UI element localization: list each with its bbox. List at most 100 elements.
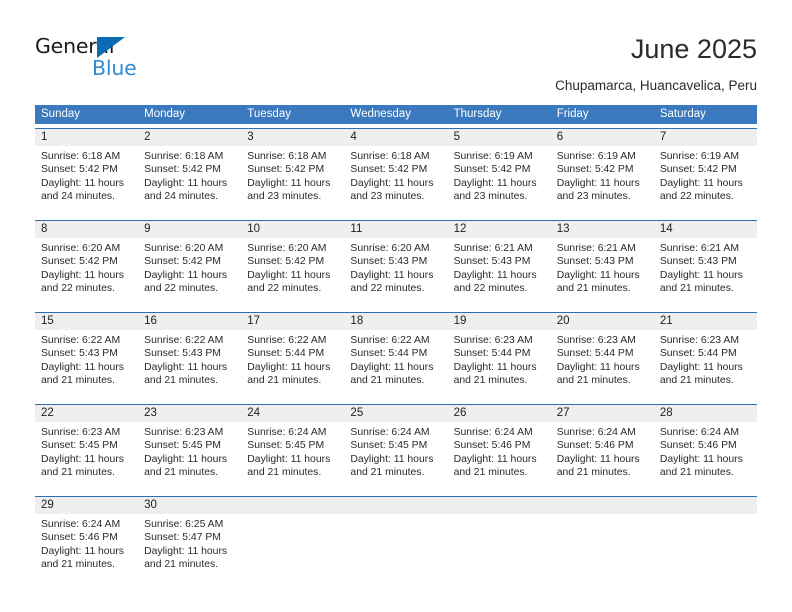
- day-number[interactable]: 10: [241, 221, 344, 238]
- calendar-page: General Blue June 2025 Chupamarca, Huanc…: [0, 0, 792, 612]
- sunrise-text: Sunrise: 6:23 AM: [556, 335, 636, 346]
- day-cell-details: Sunrise: 6:21 AM Sunset: 5:43 PM Dayligh…: [551, 238, 654, 308]
- day-number[interactable]: 28: [654, 405, 757, 422]
- day-cell-empty: [344, 514, 447, 584]
- sunset-text: Sunset: 5:42 PM: [144, 256, 221, 268]
- day-cell-details: Sunrise: 6:20 AM Sunset: 5:42 PM Dayligh…: [241, 238, 344, 308]
- day-number[interactable]: 9: [138, 221, 241, 238]
- daylight-text: Daylight: 11 hours and 21 minutes.: [247, 361, 331, 387]
- day-number[interactable]: 12: [448, 221, 551, 238]
- sunrise-text: Sunrise: 6:18 AM: [247, 151, 327, 162]
- day-number[interactable]: 16: [138, 313, 241, 330]
- sunset-text: Sunset: 5:42 PM: [247, 256, 325, 268]
- day-cell-details: Sunrise: 6:18 AM Sunset: 5:42 PM Dayligh…: [35, 146, 138, 216]
- day-number[interactable]: 2: [138, 129, 241, 146]
- sunset-text: Sunset: 5:44 PM: [350, 348, 428, 360]
- day-cell-details: Sunrise: 6:22 AM Sunset: 5:44 PM Dayligh…: [344, 330, 447, 400]
- daylight-text: Daylight: 11 hours and 21 minutes.: [659, 453, 743, 479]
- daylight-text: Daylight: 11 hours and 21 minutes.: [144, 545, 228, 571]
- day-cell-details: Sunrise: 6:20 AM Sunset: 5:43 PM Dayligh…: [344, 238, 447, 308]
- sunrise-text: Sunrise: 6:24 AM: [453, 427, 533, 438]
- day-cell-details: Sunrise: 6:24 AM Sunset: 5:46 PM Dayligh…: [35, 514, 138, 584]
- day-cell-details: Sunrise: 6:24 AM Sunset: 5:46 PM Dayligh…: [654, 422, 757, 492]
- page-header: General Blue June 2025 Chupamarca, Huanc…: [0, 0, 792, 98]
- sunset-text: Sunset: 5:46 PM: [556, 440, 634, 452]
- daylight-text: Daylight: 11 hours and 21 minutes.: [556, 269, 640, 295]
- day-number[interactable]: 5: [448, 129, 551, 146]
- daylight-text: Daylight: 11 hours and 21 minutes.: [247, 453, 331, 479]
- day-number-empty: [448, 497, 551, 514]
- day-number[interactable]: 25: [344, 405, 447, 422]
- weekday-header-monday: Monday: [144, 108, 186, 120]
- day-number[interactable]: 7: [654, 129, 757, 146]
- weekday-header-row: Sunday Monday Tuesday Wednesday Thursday…: [35, 105, 757, 124]
- daylight-text: Daylight: 11 hours and 21 minutes.: [144, 453, 228, 479]
- day-number[interactable]: 22: [35, 405, 138, 422]
- sunrise-text: Sunrise: 6:21 AM: [453, 243, 533, 254]
- daylight-text: Daylight: 11 hours and 21 minutes.: [659, 269, 743, 295]
- sunrise-text: Sunrise: 6:20 AM: [41, 243, 121, 254]
- sunrise-text: Sunrise: 6:24 AM: [350, 427, 430, 438]
- daylight-text: Daylight: 11 hours and 21 minutes.: [41, 361, 124, 387]
- calendar-week-row: 29 30 Sunrise: 6:24 AM Sunset: 5:46 PM D…: [35, 496, 757, 584]
- day-cell-empty: [448, 514, 551, 584]
- day-cell-details: Sunrise: 6:23 AM Sunset: 5:44 PM Dayligh…: [551, 330, 654, 400]
- day-number[interactable]: 21: [654, 313, 757, 330]
- day-number-empty: [654, 497, 757, 514]
- day-number[interactable]: 4: [344, 129, 447, 146]
- day-number[interactable]: 20: [551, 313, 654, 330]
- day-cell-details: Sunrise: 6:23 AM Sunset: 5:44 PM Dayligh…: [654, 330, 757, 400]
- weekday-header-sunday: Sunday: [41, 108, 81, 120]
- day-number[interactable]: 1: [35, 129, 138, 146]
- daylight-text: Daylight: 11 hours and 22 minutes.: [350, 269, 434, 295]
- day-cell-details: Sunrise: 6:22 AM Sunset: 5:44 PM Dayligh…: [241, 330, 344, 400]
- day-number[interactable]: 30: [138, 497, 241, 514]
- day-number[interactable]: 26: [448, 405, 551, 422]
- day-cell-details: Sunrise: 6:23 AM Sunset: 5:45 PM Dayligh…: [138, 422, 241, 492]
- day-number[interactable]: 11: [344, 221, 447, 238]
- day-number[interactable]: 27: [551, 405, 654, 422]
- day-number[interactable]: 14: [654, 221, 757, 238]
- daylight-text: Daylight: 11 hours and 21 minutes.: [556, 453, 640, 479]
- day-cell-details: Sunrise: 6:20 AM Sunset: 5:42 PM Dayligh…: [35, 238, 138, 308]
- sunset-text: Sunset: 5:43 PM: [556, 256, 634, 268]
- day-number[interactable]: 3: [241, 129, 344, 146]
- sunset-text: Sunset: 5:42 PM: [41, 256, 118, 268]
- sunrise-text: Sunrise: 6:21 AM: [556, 243, 636, 254]
- day-number[interactable]: 15: [35, 313, 138, 330]
- sunrise-text: Sunrise: 6:23 AM: [144, 427, 224, 438]
- daylight-text: Daylight: 11 hours and 21 minutes.: [350, 453, 434, 479]
- daylight-text: Daylight: 11 hours and 23 minutes.: [556, 177, 640, 203]
- day-number-empty: [344, 497, 447, 514]
- sunset-text: Sunset: 5:43 PM: [350, 256, 428, 268]
- weekday-header-wednesday: Wednesday: [350, 108, 411, 120]
- day-number[interactable]: 24: [241, 405, 344, 422]
- day-number[interactable]: 18: [344, 313, 447, 330]
- day-cell-details: Sunrise: 6:23 AM Sunset: 5:45 PM Dayligh…: [35, 422, 138, 492]
- weekday-header-friday: Friday: [556, 108, 589, 120]
- day-number[interactable]: 17: [241, 313, 344, 330]
- sunrise-text: Sunrise: 6:22 AM: [144, 335, 224, 346]
- day-cell-details: Sunrise: 6:25 AM Sunset: 5:47 PM Dayligh…: [138, 514, 241, 584]
- day-number[interactable]: 23: [138, 405, 241, 422]
- sunset-text: Sunset: 5:43 PM: [144, 348, 221, 360]
- day-number[interactable]: 29: [35, 497, 138, 514]
- sunset-text: Sunset: 5:45 PM: [350, 440, 428, 452]
- calendar-grid: Sunday Monday Tuesday Wednesday Thursday…: [35, 105, 757, 584]
- day-number[interactable]: 19: [448, 313, 551, 330]
- sunrise-text: Sunrise: 6:24 AM: [659, 427, 739, 438]
- sunrise-text: Sunrise: 6:19 AM: [659, 151, 739, 162]
- logo-triangle-icon: [97, 37, 125, 58]
- sunrise-text: Sunrise: 6:22 AM: [41, 335, 121, 346]
- page-title: June 2025: [630, 34, 757, 64]
- day-number[interactable]: 13: [551, 221, 654, 238]
- sunrise-text: Sunrise: 6:22 AM: [350, 335, 430, 346]
- weekday-header-thursday: Thursday: [453, 108, 502, 120]
- day-cell-details: Sunrise: 6:18 AM Sunset: 5:42 PM Dayligh…: [344, 146, 447, 216]
- day-cell-details: Sunrise: 6:22 AM Sunset: 5:43 PM Dayligh…: [35, 330, 138, 400]
- week-details-band: Sunrise: 6:18 AM Sunset: 5:42 PM Dayligh…: [35, 146, 757, 216]
- day-cell-empty: [654, 514, 757, 584]
- day-number[interactable]: 8: [35, 221, 138, 238]
- day-number[interactable]: 6: [551, 129, 654, 146]
- day-cell-details: Sunrise: 6:19 AM Sunset: 5:42 PM Dayligh…: [654, 146, 757, 216]
